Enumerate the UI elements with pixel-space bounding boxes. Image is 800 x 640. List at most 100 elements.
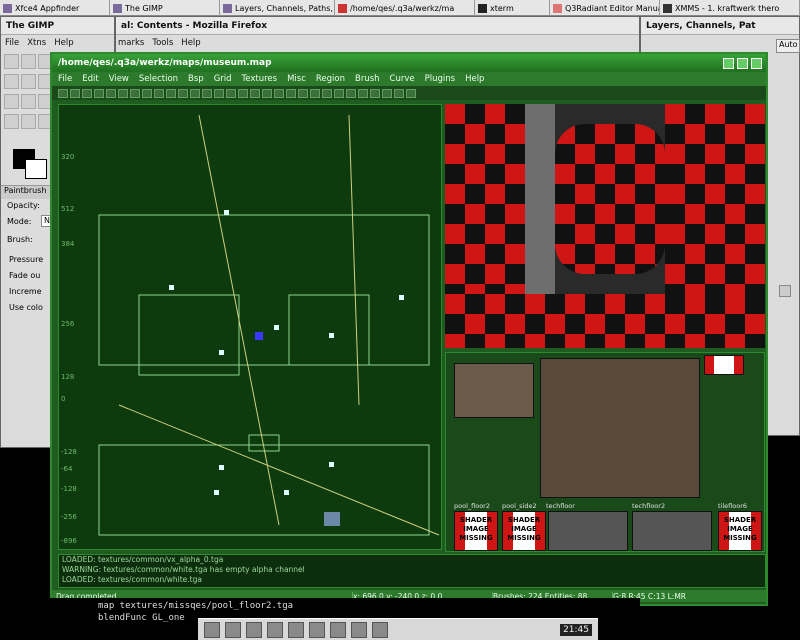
hollow-icon[interactable] xyxy=(202,88,212,98)
file-manager-icon[interactable] xyxy=(225,621,241,638)
background-color[interactable] xyxy=(25,159,47,179)
rotate-y-icon[interactable] xyxy=(130,88,140,98)
task-xmms[interactable]: XMMS - 1. kraftwerk thero xyxy=(660,0,800,16)
csg-merge-icon[interactable] xyxy=(190,88,200,98)
cap-icon[interactable] xyxy=(298,88,308,98)
xy-grid-view[interactable]: 320 512 384 256 128 0 -128 -64 -128 -256… xyxy=(58,104,442,550)
texture-thumbnail-missing[interactable] xyxy=(704,355,744,375)
rotate-x-icon[interactable] xyxy=(118,88,128,98)
maximize-icon[interactable] xyxy=(737,57,748,69)
bucket-tool[interactable] xyxy=(21,114,36,129)
firefox-icon xyxy=(553,3,562,13)
csg-subtract-icon[interactable] xyxy=(178,88,188,98)
magic-wand-tool[interactable] xyxy=(4,74,19,89)
menu-grid[interactable]: Grid xyxy=(214,74,232,84)
texture-thumbnail-missing[interactable]: SHADER IMAGE MISSING xyxy=(718,511,762,551)
task-xterm[interactable]: xterm xyxy=(475,0,550,16)
power-icon[interactable] xyxy=(372,621,388,638)
menu-help[interactable]: Help xyxy=(465,74,484,84)
menu-bsp[interactable]: Bsp xyxy=(188,74,204,84)
floor xyxy=(445,294,765,348)
text-tool[interactable] xyxy=(4,114,19,129)
texture-thumbnail[interactable] xyxy=(632,511,712,551)
auto-button[interactable]: Auto xyxy=(776,39,800,53)
menu-textures[interactable]: Textures xyxy=(242,74,278,84)
select-complete-icon[interactable] xyxy=(154,88,164,98)
crop-tool[interactable] xyxy=(4,94,19,109)
z-axis-icon[interactable] xyxy=(346,88,356,98)
firefox-menu-tools[interactable]: Tools xyxy=(152,38,173,48)
bend-icon[interactable] xyxy=(286,88,296,98)
terminal-launcher-icon[interactable] xyxy=(204,621,220,638)
menu-brush[interactable]: Brush xyxy=(355,74,380,84)
clipper-icon[interactable] xyxy=(214,88,224,98)
ellipse-select-tool[interactable] xyxy=(21,54,36,69)
patch-icon[interactable] xyxy=(274,88,284,98)
radiant-launcher-icon[interactable] xyxy=(288,621,304,638)
show-entity-icon[interactable] xyxy=(406,88,416,98)
y-axis-icon[interactable] xyxy=(334,88,344,98)
pressure-label[interactable]: Pressure xyxy=(9,255,43,264)
close-icon[interactable] xyxy=(751,57,762,69)
change-view-icon[interactable] xyxy=(226,88,236,98)
firefox-menu-help[interactable]: Help xyxy=(181,38,200,48)
gimp-menu-xtns[interactable]: Xtns xyxy=(27,38,46,48)
drag-edge-icon[interactable] xyxy=(382,88,392,98)
flip-z-icon[interactable] xyxy=(106,88,116,98)
thicken-icon[interactable] xyxy=(310,88,320,98)
use-color-label[interactable]: Use colo xyxy=(9,303,43,312)
task-layers[interactable]: Layers, Channels, Paths, U xyxy=(220,0,335,16)
task-firefox[interactable]: Q3Radiant Editor Manual: xyxy=(550,0,660,16)
firefox-title: al: Contents - Mozilla Firefox xyxy=(116,17,639,35)
fade-label[interactable]: Fade ou xyxy=(9,271,40,280)
printer-icon[interactable] xyxy=(330,621,346,638)
rotate-z-icon[interactable] xyxy=(142,88,152,98)
menu-misc[interactable]: Misc xyxy=(287,74,306,84)
rotate-tool[interactable] xyxy=(21,94,36,109)
firefox-menu-bookmarks[interactable]: marks xyxy=(118,38,144,48)
terminal-icon xyxy=(478,3,487,13)
drag-vertex-icon[interactable] xyxy=(394,88,404,98)
texture-thumbnail[interactable] xyxy=(540,358,700,498)
settings-icon[interactable] xyxy=(309,621,325,638)
flip-x-icon[interactable] xyxy=(82,88,92,98)
texture-browser[interactable]: pool_floor2 pool_side2 techfloor techflo… xyxy=(445,352,765,552)
rect-select-tool[interactable] xyxy=(4,54,19,69)
camera-3d-view[interactable] xyxy=(445,104,765,348)
task-appfinder[interactable]: Xfce4 Appfinder xyxy=(0,0,110,16)
camera-icon[interactable] xyxy=(250,88,260,98)
map-geometry xyxy=(98,114,440,536)
vertex-icon[interactable] xyxy=(370,88,380,98)
trash-icon[interactable] xyxy=(779,285,791,297)
flip-y-icon[interactable] xyxy=(94,88,104,98)
gimp-menu-file[interactable]: File xyxy=(5,38,19,48)
menu-region[interactable]: Region xyxy=(316,74,345,84)
texture-thumbnail[interactable] xyxy=(548,511,628,551)
select-touching-icon[interactable] xyxy=(166,88,176,98)
menu-selection[interactable]: Selection xyxy=(139,74,178,84)
texture-thumbnail[interactable] xyxy=(454,363,534,418)
menu-view[interactable]: View xyxy=(109,74,129,84)
menu-edit[interactable]: Edit xyxy=(82,74,98,84)
x-axis-icon[interactable] xyxy=(322,88,332,98)
minimize-icon[interactable] xyxy=(723,57,734,69)
menu-plugins[interactable]: Plugins xyxy=(425,74,455,84)
texture-lock-icon[interactable] xyxy=(238,88,248,98)
browser-icon[interactable] xyxy=(246,621,262,638)
menu-curve[interactable]: Curve xyxy=(390,74,415,84)
texture-label: tilefloor6 xyxy=(718,502,748,510)
entity-icon[interactable] xyxy=(262,88,272,98)
open-icon[interactable] xyxy=(58,88,68,98)
lock-icon[interactable] xyxy=(351,621,367,638)
texture-thumbnail-missing[interactable]: SHADER IMAGE MISSING xyxy=(454,511,498,551)
scale-icon[interactable] xyxy=(358,88,368,98)
task-gimp[interactable]: The GIMP xyxy=(110,0,220,16)
save-icon[interactable] xyxy=(70,88,80,98)
scissors-tool[interactable] xyxy=(21,74,36,89)
increment-label[interactable]: Increme xyxy=(9,287,42,296)
gimp-menu-help[interactable]: Help xyxy=(54,38,73,48)
task-radiant[interactable]: /home/qes/.q3a/werkz/ma xyxy=(335,0,475,16)
mail-icon[interactable] xyxy=(267,621,283,638)
texture-thumbnail-missing[interactable]: SHADER IMAGE MISSING xyxy=(502,511,546,551)
menu-file[interactable]: File xyxy=(58,74,72,84)
